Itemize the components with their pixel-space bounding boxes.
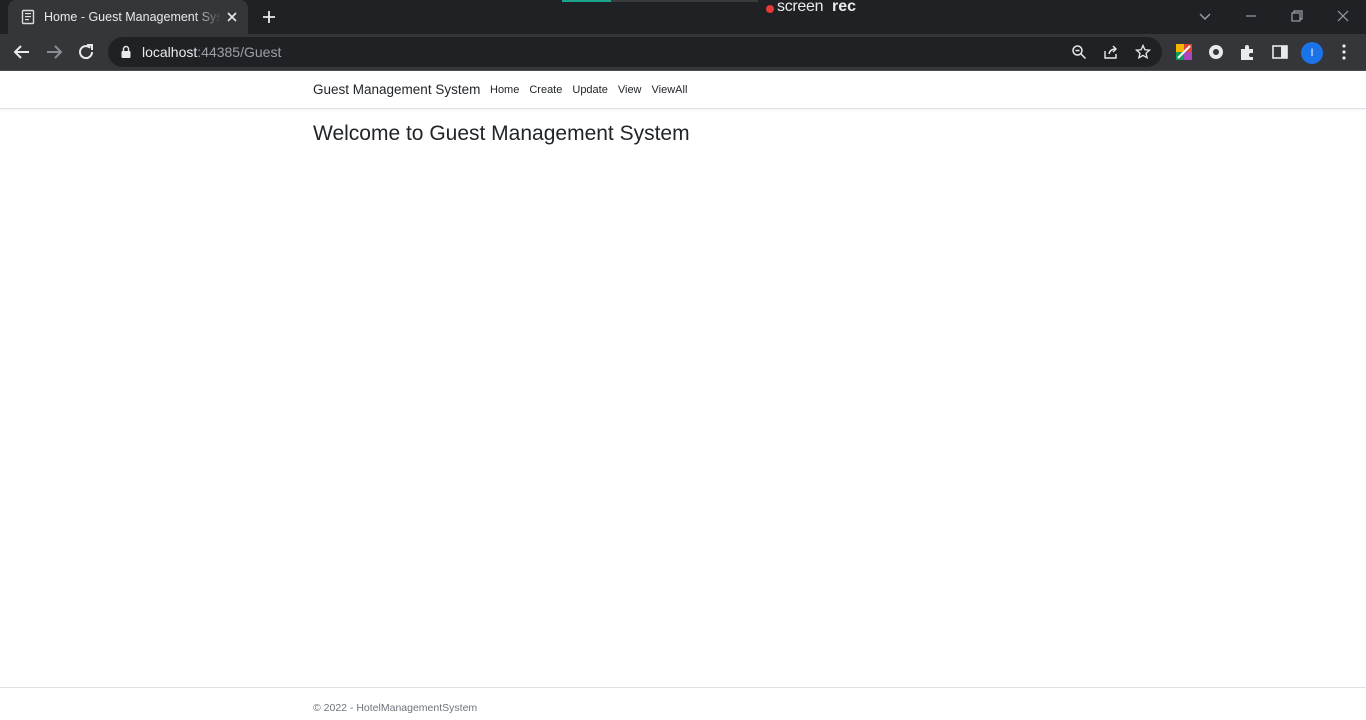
recorder-bar-accent xyxy=(562,0,611,2)
url-host: localhost xyxy=(142,44,198,60)
minimize-icon[interactable] xyxy=(1239,4,1263,28)
new-tab-plus-icon[interactable] xyxy=(260,8,278,26)
site-navbar: Guest Management System Home Create Upda… xyxy=(0,71,1366,109)
window-close-icon[interactable] xyxy=(1331,4,1355,28)
kebab-menu-icon[interactable] xyxy=(1334,42,1354,62)
extension-colorful-icon[interactable] xyxy=(1174,42,1194,62)
nav-link-viewall[interactable]: ViewAll xyxy=(652,83,688,97)
share-icon[interactable] xyxy=(1103,44,1119,60)
browser-titlebar: Home - Guest Management System screen re… xyxy=(0,0,1366,34)
nav-links: Home Create Update View ViewAll xyxy=(490,83,697,97)
zoom-icon[interactable] xyxy=(1071,44,1087,60)
tab-title-fade xyxy=(194,6,222,28)
screenrec-logo: screen rec xyxy=(762,0,862,16)
restore-icon[interactable] xyxy=(1285,4,1309,28)
side-panel-icon[interactable] xyxy=(1270,42,1290,62)
nav-link-home[interactable]: Home xyxy=(490,83,519,97)
record-dot-icon xyxy=(766,5,774,13)
profile-avatar[interactable]: I xyxy=(1301,42,1323,64)
browser-toolbar: localhost:44385/Guest I xyxy=(0,34,1366,71)
address-bar[interactable]: localhost:44385/Guest xyxy=(108,37,1162,67)
nav-link-create[interactable]: Create xyxy=(529,83,562,97)
recorder-brand-bold: rec xyxy=(832,0,857,15)
recorder-brand-light: screen xyxy=(777,0,824,15)
tab-search-chevron-icon[interactable] xyxy=(1193,4,1217,28)
url-text[interactable]: localhost:44385/Guest xyxy=(142,44,281,60)
bookmark-star-icon[interactable] xyxy=(1135,44,1151,60)
reload-icon[interactable] xyxy=(75,41,97,63)
site-footer: © 2022 - HotelManagementSystem xyxy=(0,687,1366,720)
navbar-brand[interactable]: Guest Management System xyxy=(313,82,480,98)
page-viewport: Guest Management System Home Create Upda… xyxy=(0,71,1366,720)
extension-circle-icon[interactable] xyxy=(1206,42,1226,62)
lock-icon[interactable] xyxy=(120,45,132,59)
footer-copyright: © 2022 - HotelManagementSystem xyxy=(313,702,478,714)
nav-link-update[interactable]: Update xyxy=(572,83,607,97)
back-arrow-icon[interactable] xyxy=(11,41,33,63)
nav-link-view[interactable]: View xyxy=(618,83,642,97)
page-icon xyxy=(21,9,35,25)
extensions-puzzle-icon[interactable] xyxy=(1238,42,1258,62)
page-title: Welcome to Guest Management System xyxy=(313,122,690,145)
forward-arrow-icon[interactable] xyxy=(43,41,65,63)
browser-tab-active[interactable]: Home - Guest Management System xyxy=(8,0,248,34)
url-path: :44385/Guest xyxy=(197,44,282,60)
close-icon[interactable] xyxy=(224,9,240,25)
